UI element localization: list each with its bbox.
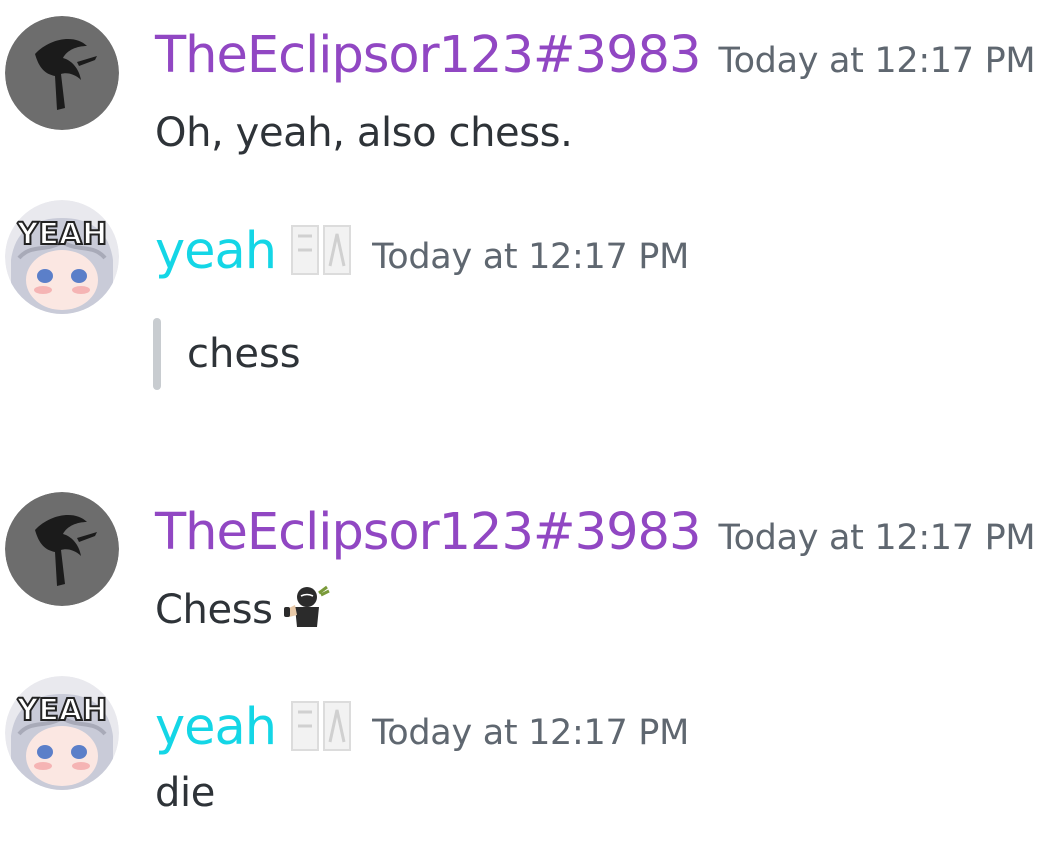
- yeah-avatar[interactable]: YEAH: [5, 676, 119, 790]
- block-quote: chess: [153, 318, 301, 390]
- role-badge-icon[interactable]: [290, 698, 354, 754]
- author-name[interactable]: TheEclipsor123#3983: [155, 26, 701, 85]
- svg-text:YEAH: YEAH: [16, 693, 108, 728]
- author-name[interactable]: yeah: [155, 222, 277, 281]
- anime-girl-yeah-icon: YEAH: [5, 676, 119, 790]
- anime-girl-yeah-icon: YEAH: [5, 200, 119, 314]
- role-badge-icon[interactable]: [290, 222, 354, 278]
- reaper-silhouette-icon: [5, 16, 119, 130]
- eclipsor-avatar[interactable]: [5, 16, 119, 130]
- message-timestamp[interactable]: Today at 12:17 PM: [372, 237, 689, 277]
- message-content: Chess: [155, 585, 331, 633]
- quote-bar: [153, 318, 161, 390]
- quote-text: chess: [187, 331, 301, 377]
- eclipsor-avatar[interactable]: [5, 492, 119, 606]
- message-timestamp[interactable]: Today at 12:17 PM: [372, 713, 689, 753]
- author-name[interactable]: TheEclipsor123#3983: [155, 503, 701, 562]
- message-timestamp[interactable]: Today at 12:17 PM: [718, 518, 1035, 558]
- author-name[interactable]: yeah: [155, 698, 277, 757]
- yeah-avatar[interactable]: YEAH: [5, 200, 119, 314]
- ninja-thumbs-up-icon[interactable]: [281, 585, 331, 631]
- message-timestamp[interactable]: Today at 12:17 PM: [718, 41, 1035, 81]
- message-text: die: [155, 770, 215, 816]
- reaper-silhouette-icon: [5, 492, 119, 606]
- message-text: Oh, yeah, also chess.: [155, 110, 573, 156]
- svg-text:YEAH: YEAH: [16, 217, 108, 252]
- message-text: Chess: [155, 587, 273, 633]
